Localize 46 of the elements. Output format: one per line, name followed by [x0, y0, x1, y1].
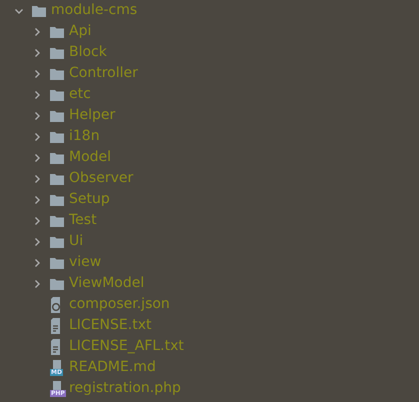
tree-item[interactable]: registration.php — [69, 380, 181, 397]
folder-icon — [50, 46, 64, 58]
chevron-icon[interactable] — [32, 216, 42, 226]
chevron-icon[interactable] — [32, 132, 42, 142]
folder-icon — [50, 194, 64, 206]
tree-item[interactable]: ViewModel — [69, 275, 144, 292]
chevron-icon[interactable] — [32, 174, 42, 184]
chevron-icon[interactable] — [32, 90, 42, 100]
folder-icon — [50, 236, 64, 248]
tree-item[interactable]: etc — [69, 86, 91, 103]
tree-item[interactable]: Test — [69, 212, 97, 229]
chevron-icon[interactable] — [32, 26, 42, 36]
tree-item[interactable]: Ui — [69, 233, 84, 250]
chevron-icon[interactable] — [32, 48, 42, 58]
chevron-icon[interactable] — [32, 152, 42, 162]
tree-item[interactable]: Api — [69, 23, 92, 40]
folder-icon — [50, 26, 64, 38]
folder-icon — [32, 4, 46, 16]
tree-item[interactable]: Controller — [69, 65, 138, 82]
tree-item[interactable]: Observer — [69, 170, 134, 187]
chevron-icon[interactable] — [32, 194, 42, 204]
folder-icon — [50, 130, 64, 142]
tree-item[interactable]: composer.json — [69, 296, 170, 313]
folder-icon — [50, 88, 64, 100]
tree-item[interactable]: LICENSE_AFL.txt — [69, 338, 184, 355]
folder-icon — [50, 256, 64, 268]
folder-icon — [50, 278, 64, 290]
tree-item[interactable]: module-cms — [51, 2, 138, 19]
chevron-icon[interactable] — [32, 236, 42, 246]
chevron-icon[interactable] — [32, 110, 42, 120]
tree-item[interactable]: Helper — [69, 107, 116, 124]
folder-icon — [50, 172, 64, 184]
tree-item[interactable]: LICENSE.txt — [69, 317, 152, 334]
chevron-icon[interactable] — [32, 258, 42, 268]
chevron-icon[interactable] — [32, 68, 42, 78]
tree-item[interactable]: view — [69, 254, 102, 271]
folder-icon — [50, 110, 64, 122]
tree-item[interactable]: i18n — [69, 128, 100, 145]
folder-icon — [50, 152, 64, 164]
tree-item[interactable]: Setup — [69, 191, 110, 208]
folder-icon — [50, 68, 64, 80]
tree-item[interactable]: README.md — [69, 359, 156, 376]
tree-item[interactable]: Model — [69, 149, 112, 166]
tree-item[interactable]: Block — [69, 44, 107, 61]
folder-icon — [50, 214, 64, 226]
chevron-icon[interactable] — [32, 278, 42, 288]
